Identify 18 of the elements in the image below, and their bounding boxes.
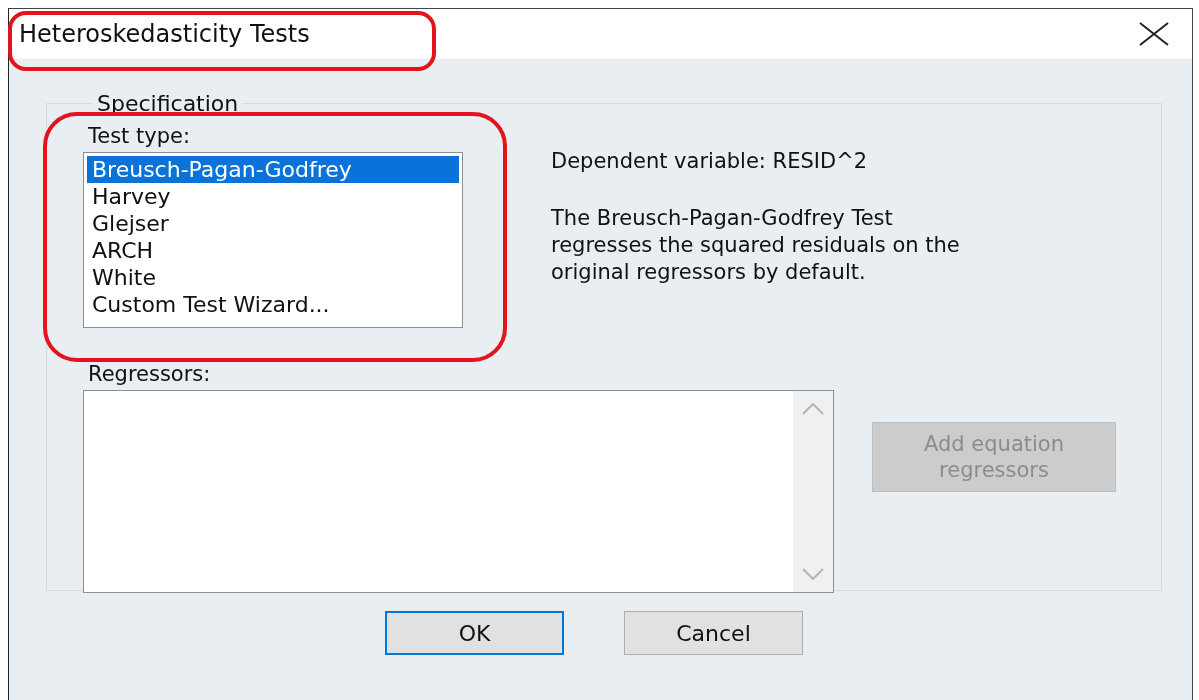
list-item[interactable]: ARCH <box>87 237 459 264</box>
list-item[interactable]: Harvey <box>87 183 459 210</box>
field-label: Test type: <box>88 124 192 148</box>
window-title: Heteroskedasticity Tests <box>19 20 310 48</box>
description-text: The Breusch-Pagan-Godfrey Test regresses the squared residuals on the original regressors by default. <box>551 205 960 286</box>
dialog-button[interactable]: Cancel <box>624 611 803 655</box>
list-item[interactable]: Custom Test Wizard... <box>87 291 459 318</box>
list-item[interactable]: Breusch-Pagan-Godfrey <box>87 156 459 183</box>
dialog-button[interactable]: OK <box>385 611 564 655</box>
scroll-bar[interactable] <box>793 391 833 592</box>
field-label: Regressors: <box>88 362 212 386</box>
chevron-down-icon[interactable] <box>802 568 824 580</box>
regressors-field[interactable] <box>83 390 834 593</box>
dependent-variable-text: Dependent variable: RESID^2 <box>551 148 869 175</box>
group-title: Specification <box>96 91 240 116</box>
list-item[interactable]: Glejser <box>87 210 459 237</box>
chevron-up-icon[interactable] <box>802 403 824 415</box>
list-item[interactable]: White <box>87 264 459 291</box>
